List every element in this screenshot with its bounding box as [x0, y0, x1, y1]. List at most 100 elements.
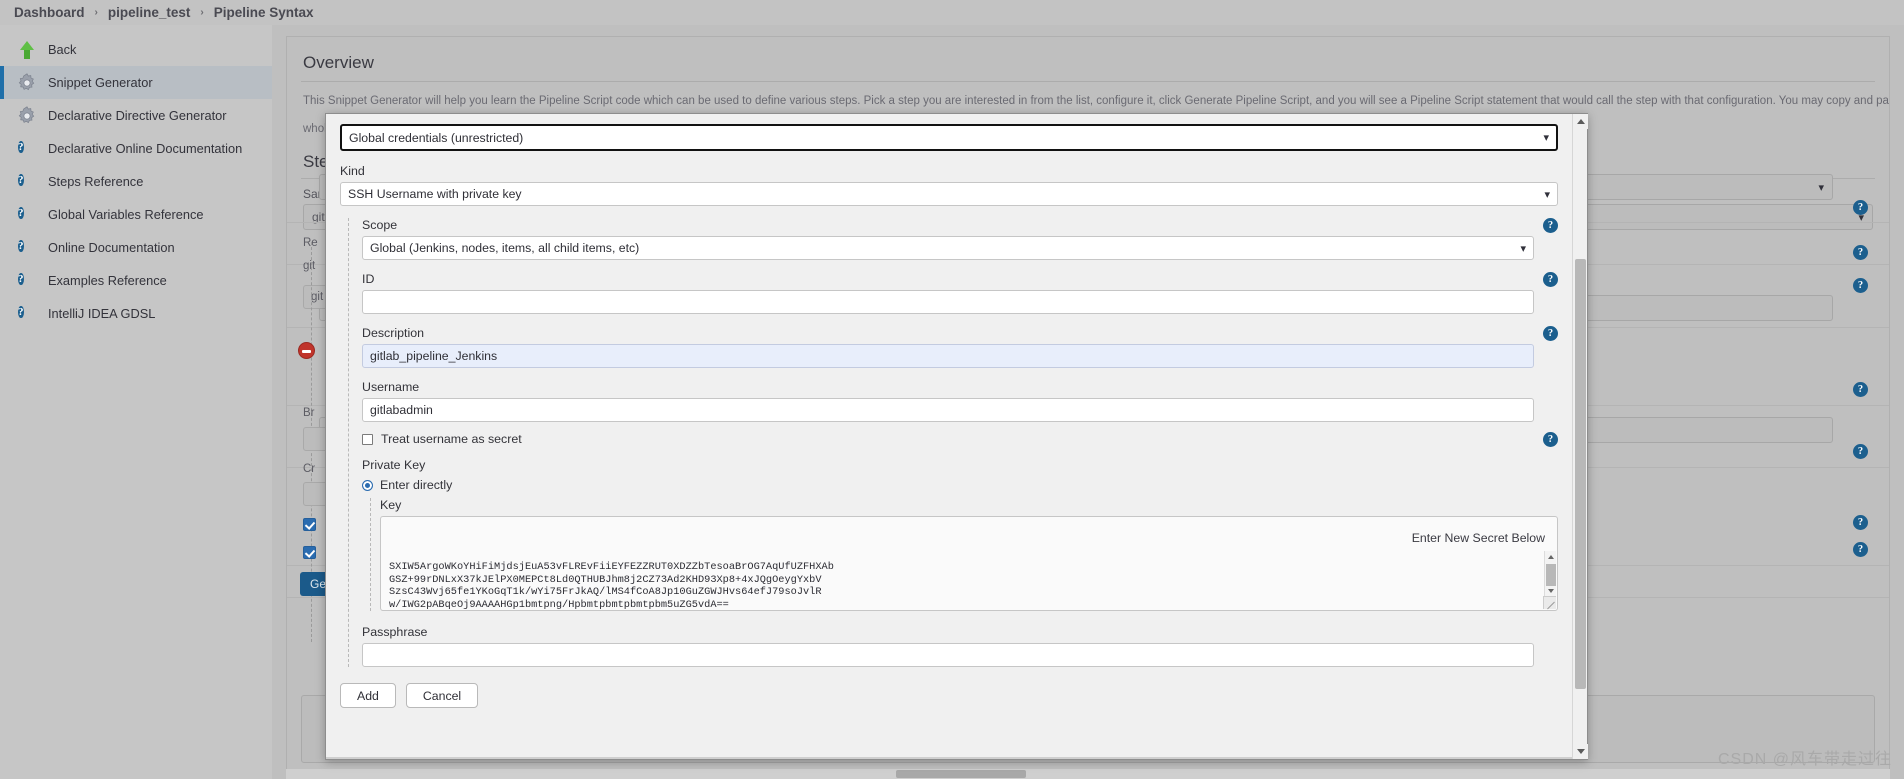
breadcrumb-pipeline-syntax[interactable]: Pipeline Syntax	[214, 5, 314, 20]
sidebar-item-declarative-online-documentation[interactable]: ? Declarative Online Documentation	[0, 132, 272, 165]
cancel-button[interactable]: Cancel	[405, 683, 479, 708]
credentials-domain-select[interactable]: Global credentials (unrestricted) ▾	[340, 124, 1558, 151]
repository-url-value: git	[311, 291, 324, 303]
sidebar-item-label: IntelliJ IDEA GDSL	[48, 306, 156, 321]
enter-directly-label: Enter directly	[380, 478, 453, 492]
sidebar-item-examples-reference[interactable]: ? Examples Reference	[0, 264, 272, 297]
sidebar-item-label: Declarative Directive Generator	[48, 108, 227, 123]
dialog-footer-divider	[326, 757, 1572, 759]
sidebar-item-steps-reference[interactable]: ? Steps Reference	[0, 165, 272, 198]
scope-select[interactable]: Global (Jenkins, nodes, items, all child…	[362, 236, 1534, 260]
horizontal-scrollbar[interactable]	[286, 769, 1890, 779]
treat-username-as-secret-checkbox[interactable]	[362, 433, 373, 445]
page-title: Overview	[303, 53, 374, 72]
help-icon-url[interactable]: ?	[1853, 245, 1871, 260]
chevron-down-icon: ▾	[1520, 242, 1526, 255]
treat-username-as-secret-label: Treat username as secret	[381, 432, 522, 446]
help-icon-scope[interactable]: ?	[1543, 218, 1558, 233]
private-key-label: Private Key	[362, 458, 426, 472]
chevron-down-icon: ▾	[1543, 132, 1549, 144]
scroll-down-icon[interactable]	[1573, 744, 1588, 759]
key-textarea-scrollbar[interactable]	[1543, 551, 1556, 609]
help-icon: ?	[18, 239, 24, 252]
sidebar-item-label: Online Documentation	[48, 240, 175, 255]
overview-paragraph-line1: This Snippet Generator will help you lea…	[303, 95, 1889, 107]
chevron-down-icon: ▾	[1818, 181, 1824, 194]
id-label: ID	[362, 272, 375, 286]
passphrase-label: Passphrase	[362, 625, 428, 639]
help-icon: ?	[18, 140, 24, 153]
sidebar-item-snippet-generator[interactable]: Snippet Generator	[0, 66, 272, 99]
sidebar-item-online-documentation[interactable]: ? Online Documentation	[0, 231, 272, 264]
enter-new-secret-hint: Enter New Secret Below	[1411, 531, 1545, 545]
up-arrow-icon	[16, 39, 38, 61]
sidebar-item-label: Back	[48, 42, 77, 57]
sidebar-item-label: Snippet Generator	[48, 75, 153, 90]
help-icon-credentials[interactable]: ?	[1853, 278, 1871, 293]
gear-icon	[16, 105, 38, 127]
help-icon-id[interactable]: ?	[1543, 272, 1558, 287]
help-icon-branch[interactable]: ?	[1853, 382, 1871, 397]
kind-fields-group: Scope Global (Jenkins, nodes, items, all…	[340, 218, 1558, 667]
sidebar-item-global-variables-reference[interactable]: ? Global Variables Reference	[0, 198, 272, 231]
chevron-down-icon: ▾	[1544, 188, 1550, 201]
username-label: Username	[362, 380, 420, 394]
description-label: Description	[362, 326, 424, 340]
key-label: Key	[380, 498, 402, 512]
remove-icon[interactable]	[298, 342, 315, 359]
breadcrumb-separator-icon: ›	[200, 7, 204, 18]
credentials-domain-value: Global credentials (unrestricted)	[349, 130, 524, 145]
help-icon: ?	[18, 173, 24, 186]
resize-handle-icon[interactable]	[1543, 596, 1556, 609]
username-input[interactable]	[362, 398, 1534, 422]
sidebar-item-intellij-idea-gdsl[interactable]: ? IntelliJ IDEA GDSL	[0, 297, 272, 330]
description-input[interactable]	[362, 344, 1534, 368]
option-checkbox-a[interactable]	[303, 518, 316, 531]
breadcrumb: Dashboard › pipeline_test › Pipeline Syn…	[0, 0, 1904, 25]
breadcrumb-dashboard[interactable]: Dashboard	[14, 5, 85, 20]
scope-label: Scope	[362, 218, 398, 232]
help-icon: ?	[18, 305, 24, 318]
help-icon-extensions[interactable]: ?	[1853, 444, 1871, 459]
sidebar-item-back[interactable]: Back	[0, 33, 272, 66]
scroll-up-icon[interactable]	[1573, 114, 1588, 129]
help-icon: ?	[18, 272, 24, 285]
gear-icon	[16, 72, 38, 94]
dialog-body: Global credentials (unrestricted) ▾ Kind…	[326, 114, 1572, 759]
sidebar-item-declarative-directive-generator[interactable]: Declarative Directive Generator	[0, 99, 272, 132]
breadcrumb-separator-icon: ›	[94, 7, 98, 18]
sidebar-item-label: Steps Reference	[48, 174, 144, 189]
sidebar: Back Snippet Generator Declarative Direc…	[0, 25, 272, 779]
kind-value: SSH Username with private key	[348, 187, 522, 201]
dialog-scrollbar-thumb[interactable]	[1575, 259, 1586, 689]
help-icon-description[interactable]: ?	[1543, 326, 1558, 341]
app-root: Dashboard › pipeline_test › Pipeline Syn…	[0, 0, 1904, 779]
help-icon: ?	[18, 206, 24, 219]
key-group: Key Enter New Secret Below SXIW5ArgoWKoY…	[362, 498, 1558, 611]
enter-directly-radio[interactable]	[362, 479, 373, 491]
sidebar-item-label: Declarative Online Documentation	[48, 141, 243, 156]
watermark: CSDN @风车带走过往	[1717, 751, 1892, 768]
passphrase-input[interactable]	[362, 643, 1534, 667]
help-icon-treat-username[interactable]: ?	[1543, 432, 1558, 447]
option-checkbox-b[interactable]	[303, 546, 316, 559]
id-input[interactable]	[362, 290, 1534, 314]
scope-value: Global (Jenkins, nodes, items, all child…	[370, 241, 640, 255]
field-label-git: git	[303, 260, 316, 272]
help-icon-scope[interactable]: ?	[1853, 200, 1871, 215]
help-icon-option-b[interactable]: ?	[1853, 542, 1871, 557]
add-button[interactable]: Add	[340, 683, 396, 708]
add-credentials-dialog: Global credentials (unrestricted) ▾ Kind…	[325, 113, 1588, 760]
horizontal-scrollbar-thumb[interactable]	[896, 770, 1026, 778]
field-label-credentials: Cr	[303, 463, 316, 475]
field-label-branch: Br	[303, 407, 315, 419]
sidebar-item-label: Examples Reference	[48, 273, 167, 288]
private-key-textarea[interactable]: Enter New Secret Below SXIW5ArgoWKoYHiFi…	[380, 516, 1558, 611]
private-key-content: SXIW5ArgoWKoYHiFiMjdsjEuA53vFLREvFiiEYFE…	[389, 561, 834, 611]
breadcrumb-pipeline-test[interactable]: pipeline_test	[108, 5, 191, 20]
kind-select[interactable]: SSH Username with private key ▾	[340, 182, 1558, 206]
kind-label: Kind	[340, 164, 365, 178]
key-scrollbar-thumb[interactable]	[1546, 564, 1556, 586]
dialog-scrollbar[interactable]	[1572, 114, 1588, 759]
help-icon-option-a[interactable]: ?	[1853, 515, 1871, 530]
